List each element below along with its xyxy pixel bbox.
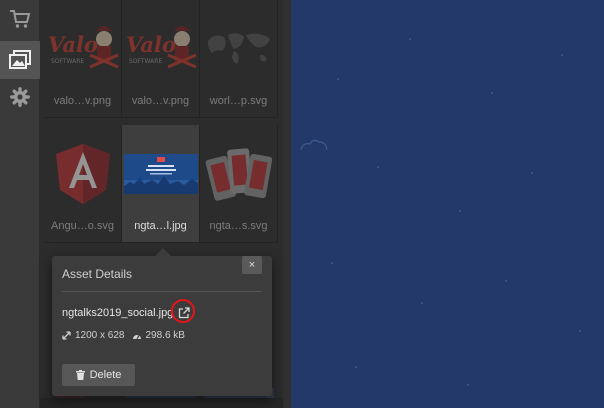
gallery-icon <box>9 50 31 69</box>
ngtalks-banner-thumbnail <box>124 141 198 207</box>
asset-caption: ngta…s.svg <box>209 220 268 232</box>
asset-caption: Angu…o.svg <box>51 220 114 232</box>
popover-title: Asset Details <box>62 267 133 281</box>
panel-scrollbar[interactable] <box>283 0 291 408</box>
asset-caption: worl…p.svg <box>209 95 268 107</box>
asset-tile[interactable]: Valor SOFTWARE valo…v.png <box>44 0 122 118</box>
asset-tile[interactable]: Valor SOFTWARE valo…v.png <box>122 0 200 118</box>
editor-canvas[interactable] <box>291 0 604 408</box>
svg-text:SOFTWARE: SOFTWARE <box>51 58 84 65</box>
sidebar-item-settings[interactable] <box>0 78 40 116</box>
panel-bottom-edge <box>40 398 283 408</box>
asset-caption: valo…v.png <box>53 95 112 107</box>
asset-dimensions: 1200 x 628 <box>75 330 125 341</box>
valor-logo-thumbnail: Valor SOFTWARE <box>46 16 120 82</box>
sidebar-item-gallery[interactable] <box>0 41 40 79</box>
trash-icon <box>75 370 85 380</box>
sidebar-rail <box>0 0 40 408</box>
cloud-decoration <box>300 139 328 151</box>
resize-icon <box>62 331 71 340</box>
asset-caption: ngta…l.jpg <box>134 220 187 232</box>
asset-meta: 1200 x 628 298.6 kB <box>62 330 185 341</box>
sidebar-item-cart[interactable] <box>0 0 40 38</box>
cart-icon <box>10 10 31 28</box>
delete-button[interactable]: Delete <box>62 364 135 386</box>
asset-caption: valo…v.png <box>131 95 190 107</box>
asset-tile[interactable]: ngta…s.svg <box>200 125 278 243</box>
popover-divider <box>62 291 262 292</box>
asset-tile[interactable]: worl…p.svg <box>200 0 278 118</box>
angular-logo-thumbnail <box>46 141 120 207</box>
gear-icon <box>10 87 30 107</box>
tickets-graphic-thumbnail <box>202 141 276 207</box>
popover-arrow <box>155 248 171 256</box>
asset-details-popover: Asset Details × ngtalks2019_social.jpg 1… <box>52 248 272 396</box>
asset-tile-selected[interactable]: ngta…l.jpg <box>122 125 200 243</box>
asset-filename: ngtalks2019_social.jpg <box>62 307 174 319</box>
gauge-icon <box>132 334 141 339</box>
highlight-circle <box>171 299 195 323</box>
asset-size: 298.6 kB <box>145 330 185 341</box>
svg-text:SOFTWARE: SOFTWARE <box>129 58 162 65</box>
asset-tile[interactable]: Angu…o.svg <box>44 125 122 243</box>
world-map-thumbnail <box>202 16 276 82</box>
delete-label: Delete <box>89 369 122 381</box>
close-button[interactable]: × <box>242 256 262 274</box>
valor-logo-thumbnail: Valor SOFTWARE <box>124 16 198 82</box>
